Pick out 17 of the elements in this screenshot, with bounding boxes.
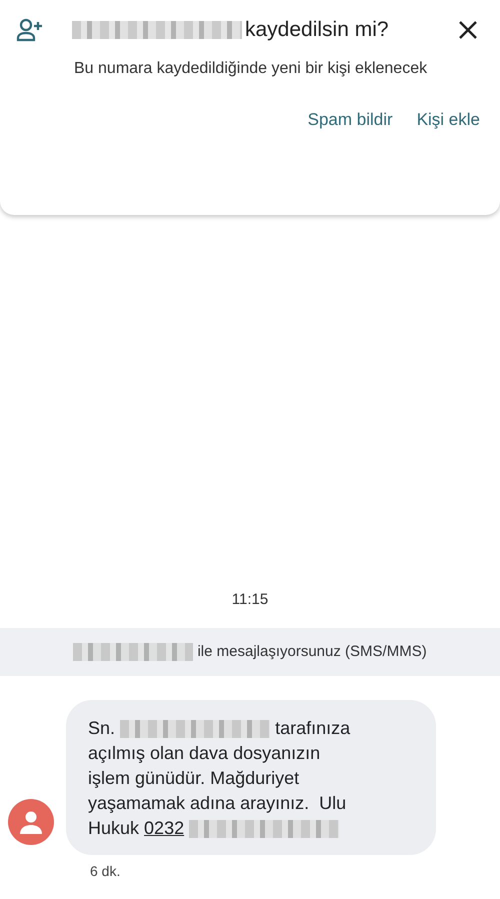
phone-link[interactable]: 0232 <box>144 818 184 838</box>
message-text: işlem günüdür. Mağduriyet <box>88 768 300 788</box>
banner-text: ile mesajlaşıyorsunuz (SMS/MMS) <box>197 642 427 660</box>
message-text: açılmış olan dava dosyanızın <box>88 743 320 763</box>
action-button[interactable]: Kişi ekle <box>414 104 482 136</box>
action-button[interactable]: Spam bildir <box>306 104 395 136</box>
prompt-title: kaydedilsin mi? <box>245 18 389 42</box>
message-text: Sn. <box>88 718 116 738</box>
message-text: Hukuk <box>88 818 140 838</box>
avatar-icon[interactable] <box>8 799 54 845</box>
close-icon[interactable] <box>458 20 478 40</box>
message-time: 6 dk. <box>90 863 122 879</box>
prompt-text: Bu numara kaydedildiğinde yeni bir kişi eklenecek <box>74 59 428 79</box>
message-text: tarafınıza <box>275 718 350 738</box>
message-bubble[interactable]: Sn. tarafınıza açılmış olan dava dosyanızın işlem günüdür. Mağduriyet yaşamamak adına arayınız. Ulu Hukuk 0232 <box>66 700 436 855</box>
timestamp: 11:15 <box>230 590 270 608</box>
message-text: yaşamamak adına arayınız. Ulu <box>88 793 346 813</box>
